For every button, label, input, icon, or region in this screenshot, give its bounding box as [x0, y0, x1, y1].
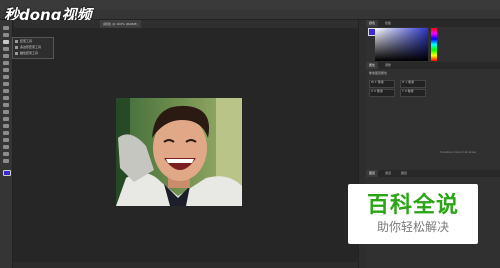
width-value: W 1 像素 [371, 80, 384, 84]
magnetic-lasso-icon [15, 52, 18, 55]
polygon-lasso-icon [15, 46, 18, 49]
color-picker-field[interactable] [375, 28, 428, 61]
status-bar [13, 262, 358, 268]
eraser-tool-icon[interactable] [3, 96, 9, 100]
tab-swatches[interactable]: 色板 [382, 20, 394, 27]
tab-channels[interactable]: 通道 [382, 170, 394, 177]
gradient-tool-icon[interactable] [3, 103, 9, 107]
zoom-tool-icon[interactable] [3, 159, 9, 163]
tab-layers[interactable]: 图层 [366, 170, 379, 177]
eyedropper-tool-icon[interactable] [3, 61, 9, 65]
color-panel-tabs: 颜色 色板 [366, 20, 500, 27]
crop-tool-icon[interactable] [3, 54, 9, 58]
blur-tool-icon[interactable] [3, 110, 9, 114]
layers-panel-tabs: 图层 通道 路径 [366, 170, 500, 177]
tab-properties[interactable]: 属性 [366, 62, 379, 69]
hand-tool-icon[interactable] [3, 152, 9, 156]
badge-title: 百科全说 [366, 193, 459, 218]
foreground-color-icon[interactable] [3, 170, 11, 176]
flyout-item-lasso[interactable]: 套索工具 [20, 39, 32, 43]
baike-badge: 百科全说 助你轻松解决 [348, 184, 478, 244]
properties-panel-tabs: 属性 调整 [366, 62, 500, 69]
flyout-item-magnetic-lasso[interactable]: 磁性套索工具 [20, 51, 38, 55]
lasso-tool-flyout: 套索工具 多边形套索工具 磁性套索工具 [12, 37, 54, 59]
badge-subtitle: 助你轻松解决 [376, 220, 449, 234]
brush-tool-icon[interactable] [3, 75, 9, 79]
pen-tool-icon[interactable] [3, 124, 9, 128]
type-tool-icon[interactable] [3, 131, 9, 135]
tab-paths[interactable]: 路径 [398, 170, 410, 177]
quick-select-tool-icon[interactable] [3, 47, 9, 51]
dodge-tool-icon[interactable] [3, 117, 9, 121]
height-value: H 1 像素 [402, 80, 415, 84]
shape-tool-icon[interactable] [3, 145, 9, 149]
lasso-icon [15, 40, 18, 43]
x-value: X 0 像素 [371, 89, 383, 93]
healing-tool-icon[interactable] [3, 68, 9, 72]
hue-slider[interactable] [431, 28, 437, 61]
stamp-tool-icon[interactable] [3, 82, 9, 86]
flyout-item-polygon-lasso[interactable]: 多边形套索工具 [20, 45, 41, 49]
marquee-tool-icon[interactable] [3, 33, 9, 37]
portrait-image [116, 98, 242, 206]
canvas-photo [116, 98, 242, 206]
history-brush-tool-icon[interactable] [3, 89, 9, 93]
document-tab[interactable]: (新建) @ 100% (RGB/8) [100, 20, 141, 28]
properties-title: 像素图层属性 [369, 71, 388, 75]
tab-color[interactable]: 颜色 [366, 20, 379, 27]
lasso-tool-icon[interactable] [3, 40, 9, 44]
path-select-tool-icon[interactable] [3, 138, 9, 142]
document-tab-bar: (新建) @ 100% (RGB/8) [14, 20, 358, 28]
tab-adjustments[interactable]: 调整 [382, 62, 394, 69]
cc-libraries-label: Creative Cloud Libraries [440, 150, 477, 154]
y-value: Y 0 像素 [402, 89, 414, 93]
move-tool-icon[interactable] [3, 26, 9, 30]
